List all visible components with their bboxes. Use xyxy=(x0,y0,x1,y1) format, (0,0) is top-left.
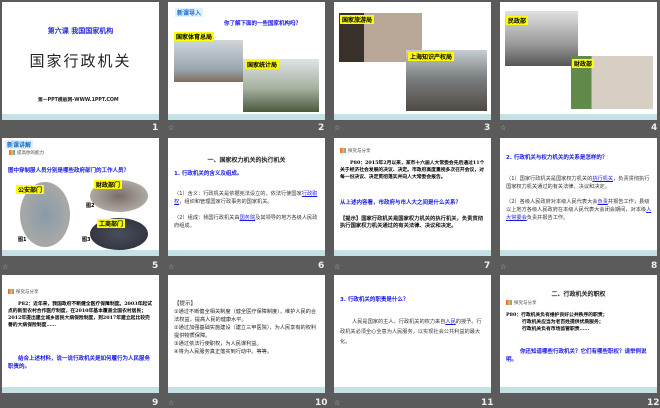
hint-item: ④将为人民服务真正落实到行动中。等等。 xyxy=(174,349,273,355)
material-text: P80：2015年2月以来，某市十六届人大常委会先后通过11个关于经济社会发展的… xyxy=(340,160,485,180)
slide-question: 图中穿制服人员分别是哪些政府部门的工作人员？ xyxy=(8,168,130,174)
slide-footer: 第一PPT模板网-WWW.1PPT.COM xyxy=(38,98,119,103)
slide-number: 1 xyxy=(152,123,159,133)
slide-thumbnail-3[interactable]: 国家旅游局 上海知识产权局 xyxy=(334,2,491,120)
photo-label: 国家统计局 xyxy=(245,60,280,69)
slide-thumbnail-6[interactable]: 一、国家权力机关的执行机关 1. 行政机关的含义及组成。 （1）含义：行政机关是… xyxy=(168,138,325,256)
section-logo: 提高你的能力 xyxy=(9,150,44,156)
slide-band xyxy=(500,114,657,120)
photo xyxy=(174,40,243,82)
photo-label: 民政部 xyxy=(506,16,529,25)
slide-band xyxy=(168,387,325,393)
slide-question: 你了解下面的一些国家机构吗？ xyxy=(224,21,302,27)
slide-thumbnail-8[interactable]: 2. 行政机关与权力机关的关系是怎样的？ （1）国家行政机关是国家权力机关的执行… xyxy=(500,138,657,256)
slide-number: 10 xyxy=(315,398,328,408)
animation-icon: ☆ xyxy=(2,263,9,271)
hint-item: ①通过不断健全相关制度（健全医疗保障制度），维护人民的合法权益，提高人民的健康水… xyxy=(174,309,317,323)
paragraph: （1）含义：行政机关是依据宪法设立的，依法行使国家行政职权，组织和管理国家行政事… xyxy=(174,191,318,205)
slide-band xyxy=(2,387,159,393)
slide-heading: 3. 行政机关的职责是什么？ xyxy=(340,297,409,303)
slide-thumbnail-4[interactable]: 民政部 财政部 xyxy=(500,2,657,120)
slide-band xyxy=(500,250,657,256)
slide-number: 5 xyxy=(152,261,159,271)
material-line: 行政机关负有市场监管职责…… xyxy=(522,326,590,332)
animation-icon: ☆ xyxy=(334,124,341,132)
material-text: P82：近年来，我国政府不断健全医疗保障制度。2003年起试点的新型农村合作医疗… xyxy=(8,301,152,328)
animation-icon: ☆ xyxy=(334,263,341,271)
slide-thumbnail-5[interactable]: 新课讲解 提高你的能力 图中穿制服人员分别是哪些政府部门的工作人员？ 公安部门 … xyxy=(2,138,159,256)
slide-thumbnail-7[interactable]: 探究与分享 P80：2015年2月以来，某市十六届人大常委会先后通过11个关于经… xyxy=(334,138,491,256)
material-line: P80：行政机关负有维护良好公共秩序的职责； xyxy=(506,312,608,318)
slide-number: 7 xyxy=(484,261,491,271)
animation-icon: ☆ xyxy=(500,124,507,132)
slide-question: 结合上述材料，说一说行政机关是如何履行为人民服务职责的。 xyxy=(8,356,151,370)
slide-number: 6 xyxy=(318,261,325,271)
slide-heading: 2. 行政机关与权力机关的关系是怎样的？ xyxy=(506,155,608,161)
hint-list: ①通过不断健全相关制度（健全医疗保障制度），维护人民的合法权益，提高人民的健康水… xyxy=(174,308,320,356)
slide-band xyxy=(2,250,159,256)
slide-number: 8 xyxy=(651,261,658,271)
hint-item: ②通过加强基础实施建设（建立三甲医院），为人民享有的权利提供物质保障。 xyxy=(174,325,317,339)
photo-label: 上海知识产权局 xyxy=(408,52,455,61)
slide-number: 4 xyxy=(651,123,658,133)
photo-label: 工商部门 xyxy=(97,219,126,228)
photo-label: 财政部门 xyxy=(94,180,123,189)
slide-number: 11 xyxy=(481,398,494,408)
slide-subheading: 1. 行政机关的含义及组成。 xyxy=(174,171,243,177)
slide-thumbnail-1[interactable]: 第六课 我国国家机构 国家行政机关 第一PPT模板网-WWW.1PPT.COM xyxy=(2,2,159,120)
slide-band xyxy=(334,114,491,120)
slide-number: 2 xyxy=(318,123,325,133)
photo-label: 国家旅游局 xyxy=(340,15,375,24)
photo-label: 国家体育总局 xyxy=(174,32,215,41)
slide-band xyxy=(2,114,159,120)
slide-thumbnail-2[interactable]: 新课导入 你了解下面的一些国家机构吗？ 国家体育总局 国家统计局 xyxy=(168,2,325,120)
animation-icon: ☆ xyxy=(500,263,507,271)
slide-thumbnail-9[interactable]: 探究与分享 P82：近年来，我国政府不断健全医疗保障制度。2003年起试点的新型… xyxy=(2,275,159,393)
section-logo: 探究与分享 xyxy=(506,300,537,306)
slide-band xyxy=(168,250,325,256)
slide-thumbnail-11[interactable]: 3. 行政机关的职责是什么？ 人民是国家的主人，行政机关的权力来自人民的授予。行… xyxy=(334,275,491,393)
animation-icon: ☆ xyxy=(168,263,175,271)
material-text: P80：行政机关负有维护良好公共秩序的职责； 行政机关应当为老百姓提供优质服务；… xyxy=(506,312,607,333)
slide-number: 12 xyxy=(647,398,660,408)
slide-number: 3 xyxy=(484,123,491,133)
slide-title: 国家行政机关 xyxy=(29,52,132,70)
slide-thumbnail-12[interactable]: 二、行政机关的职权 探究与分享 P80：行政机关负有维护良好公共秩序的职责； 行… xyxy=(500,275,657,393)
slide-heading: 一、国家权力机关的执行机关 xyxy=(207,157,286,164)
figure-caption: 图2 xyxy=(86,203,95,209)
slide-heading: 二、行政机关的职权 xyxy=(551,291,606,298)
section-tag: 新课讲解 xyxy=(5,140,34,149)
animation-icon: ☆ xyxy=(168,124,175,132)
hint-item: ③通过依法行使职权，为人民谋利益。 xyxy=(174,341,262,347)
paragraph: （1）国家行政机关是国家权力机关的执行机关，负责贯彻执行国家权力机关通过的有关法… xyxy=(506,176,650,190)
figure-caption: 图1 xyxy=(18,237,27,243)
section-logo: 探究与分享 xyxy=(340,148,371,154)
hint-title: 【提示】 xyxy=(174,301,197,307)
slide-band xyxy=(334,387,491,393)
slide-subtitle: 第六课 我国国家机构 xyxy=(47,27,114,35)
slide-band xyxy=(168,114,325,120)
photo-label: 财政部 xyxy=(572,59,595,68)
slide-number: 9 xyxy=(152,398,159,408)
slide-thumbnail-10[interactable]: 【提示】 ①通过不断健全相关制度（健全医疗保障制度），维护人民的合法权益，提高人… xyxy=(168,275,325,393)
slide-band xyxy=(334,250,491,256)
section-tag: 新课导入 xyxy=(175,8,204,17)
hint-text: 【提示】国家行政机关是国家权力机关的执行机关，负责贯彻执行国家权力机关通过的有关… xyxy=(340,216,484,229)
paragraph: （2）各级人民政府对本级人民代表大会负责并报告工作；县级以上地方各级人民政府在本… xyxy=(506,199,652,221)
photo-label: 公安部门 xyxy=(16,185,45,194)
paragraph: 人民是国家的主人，行政机关的权力来自人民的授予。行政机关必须全心全意为人民服务，… xyxy=(340,319,482,345)
figure-caption: 图3 xyxy=(82,237,91,243)
material-line: 行政机关应当为老百姓提供优质服务； xyxy=(522,319,604,325)
section-logo: 探究与分享 xyxy=(8,289,39,295)
slide-question: 你还知道哪些行政机关？它们有哪些职权？请举例说明。 xyxy=(506,349,647,363)
slide-band xyxy=(500,387,657,393)
slide-question: 从上述内容看，市政府与市人大之间是什么关系？ xyxy=(340,200,462,206)
paragraph: （2）组成：我国行政机关由国务院及其领导的地方各级人民政府组成。 xyxy=(174,215,318,229)
